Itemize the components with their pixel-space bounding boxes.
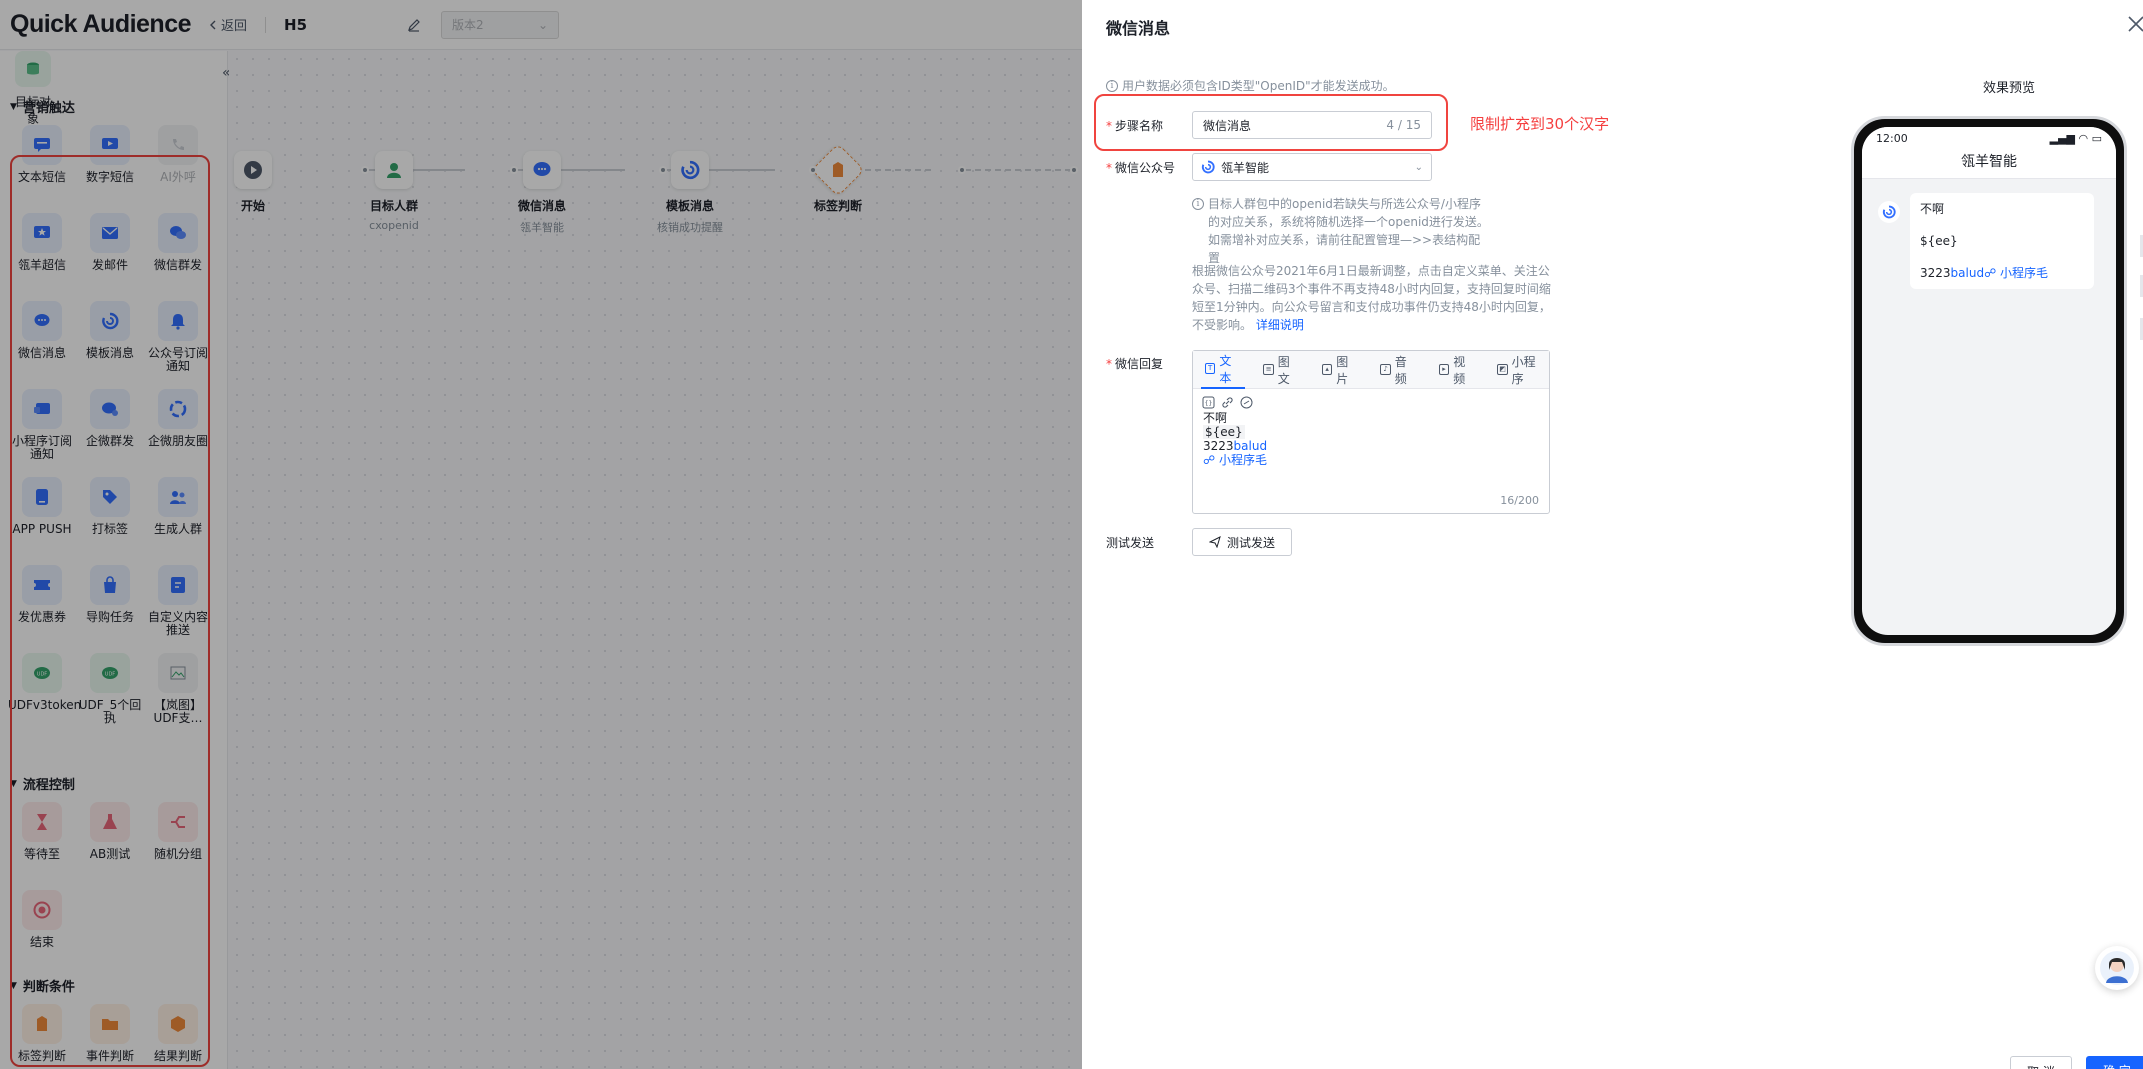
- tab-label: 视频: [1453, 354, 1466, 386]
- char-count: 4 / 15: [1386, 118, 1421, 132]
- tab-text[interactable]: T 文本: [1201, 351, 1246, 389]
- test-send-button[interactable]: 测试发送: [1192, 528, 1292, 556]
- tab-label: 小程序: [1511, 354, 1536, 386]
- modal-mask[interactable]: [0, 0, 1082, 1069]
- brand-logo-icon: [1201, 160, 1215, 174]
- audio-icon: ♪: [1380, 364, 1391, 375]
- send-icon: [1208, 536, 1221, 548]
- preview-mini-program-link: 小程序毛: [2000, 266, 2049, 280]
- notice-text: 用户数据必须包含ID类型"OpenID"才能发送成功。: [1122, 79, 1395, 93]
- label-text: 微信回复: [1115, 357, 1164, 371]
- mini-program-icon: ◩: [1497, 364, 1508, 375]
- mini-program-link-text: 小程序毛: [1218, 453, 1267, 467]
- drawer-title: 微信消息: [1106, 19, 1171, 38]
- label-text: 步骤名称: [1115, 119, 1164, 133]
- editor-toolbar: {}: [1202, 396, 1253, 409]
- svg-text:{}: {}: [1205, 400, 1213, 407]
- info-icon: i: [1192, 198, 1204, 210]
- preview-line: 3223balud☍ 小程序毛: [1920, 265, 2084, 281]
- editor-line: 不啊: [1203, 411, 1228, 425]
- tab-label: 图文: [1277, 354, 1290, 386]
- editor-char-count: 16/200: [1500, 494, 1539, 507]
- hint-text: 目标人群包中的openid若缺失与所选公众号/小程序的对应关系，系统将随机选择一…: [1208, 197, 1489, 265]
- signal-wifi-battery-icon: ▂▄▆ ◠ ▭: [2049, 132, 2102, 145]
- link-icon: ☍: [1203, 453, 1219, 467]
- wechat-message-drawer: 微信消息 i 用户数据必须包含ID类型"OpenID"才能发送成功。 * 步骤名称…: [1082, 0, 2143, 1069]
- preview-text: 3223: [1920, 266, 1951, 280]
- link-icon[interactable]: [1221, 396, 1234, 409]
- editor-content[interactable]: 不啊 ${ee} 3223balud ☍ 小程序毛: [1203, 411, 1267, 467]
- tab-video[interactable]: ▸ 视频: [1435, 351, 1479, 389]
- variable-chip[interactable]: ${ee}: [1203, 425, 1245, 439]
- hint-text: 根据微信公众号2021年6月1日最新调整，点击自定义菜单、关注公众号、扫描二维码…: [1192, 264, 1551, 332]
- tab-mini-program[interactable]: ◩ 小程序: [1493, 351, 1549, 389]
- inline-link[interactable]: balud: [1234, 439, 1268, 453]
- tab-audio[interactable]: ♪ 音频: [1376, 351, 1420, 389]
- reply-editor: T 文本 ≡ 图文 ▴ 图片 ♪ 音频 ▸ 视频 ◩ 小程序 {} 不啊 ${ee} 322…: [1192, 350, 1550, 514]
- tab-label: 文本: [1219, 353, 1232, 385]
- test-send-label: 测试发送: [1106, 534, 1154, 551]
- variable-icon[interactable]: {}: [1202, 396, 1215, 409]
- step-name-value: 微信消息: [1203, 118, 1252, 133]
- official-account-select[interactable]: 瓴羊智能 ⌄: [1192, 153, 1432, 181]
- close-icon[interactable]: [2124, 12, 2143, 36]
- brand-logo-icon: [1882, 205, 1896, 219]
- account-avatar: [1878, 201, 1900, 223]
- label-text: 测试发送: [1106, 536, 1155, 550]
- assistant-avatar-icon: [2100, 951, 2134, 985]
- video-icon: ▸: [1438, 364, 1450, 375]
- step-name-input[interactable]: 微信消息 4 / 15: [1192, 111, 1432, 139]
- image-icon: ▴: [1321, 364, 1333, 375]
- phone-status-bar: 12:00 ▂▄▆ ◠ ▭: [1862, 127, 2116, 149]
- tab-label: 图片: [1336, 354, 1349, 386]
- editor-line: 3223: [1203, 439, 1234, 453]
- reply-type-tabs: T 文本 ≡ 图文 ▴ 图片 ♪ 音频 ▸ 视频 ◩ 小程序: [1193, 351, 1549, 389]
- label-text: 微信公众号: [1115, 161, 1176, 175]
- mini-program-link[interactable]: ☍ 小程序毛: [1203, 453, 1267, 467]
- chevron-down-icon: ⌄: [1414, 161, 1423, 173]
- test-send-label-text: 测试发送: [1226, 535, 1275, 550]
- step-name-label: * 步骤名称: [1106, 119, 1164, 133]
- phone-screen: 12:00 ▂▄▆ ◠ ▭ 瓴羊智能 不啊 ${ee} 3223balud☍ 小…: [1862, 127, 2116, 635]
- tab-label: 音频: [1394, 354, 1407, 386]
- preview-title: 效果预览: [1982, 81, 2035, 96]
- info-icon: i: [1106, 79, 1118, 92]
- assistant-avatar-button[interactable]: [2095, 946, 2139, 990]
- openid-hint: i 目标人群包中的openid若缺失与所选公众号/小程序的对应关系，系统将随机选…: [1192, 195, 1492, 267]
- mini-program-link-icon[interactable]: [1240, 396, 1253, 409]
- phone-preview: 12:00 ▂▄▆ ◠ ▭ 瓴羊智能 不啊 ${ee} 3223balud☍ 小…: [1851, 116, 2127, 646]
- annotation-text: 限制扩充到30个汉字: [1470, 115, 1610, 133]
- status-time: 12:00: [1876, 132, 1908, 145]
- preview-line: 不啊: [1920, 202, 1945, 216]
- openid-notice: i 用户数据必须包含ID类型"OpenID"才能发送成功。: [1106, 77, 1395, 94]
- journey-editor: Quick Audience 返回 H5 版本2 ⌄ 目标对象 « ▼ 营销触达…: [0, 0, 1082, 1069]
- phone-chat-header: 瓴羊智能: [1862, 149, 2116, 179]
- confirm-button[interactable]: 确 定: [2086, 1056, 2143, 1069]
- tab-article[interactable]: ≡ 图文: [1259, 351, 1303, 389]
- official-account-label: * 微信公众号: [1106, 161, 1176, 175]
- detail-link[interactable]: 详细说明: [1256, 318, 1304, 332]
- tab-image[interactable]: ▴ 图片: [1318, 351, 1362, 389]
- message-bubble: 不啊 ${ee} 3223balud☍ 小程序毛: [1910, 193, 2094, 289]
- preview-link: balud: [1950, 266, 1985, 280]
- official-account-value: 瓴羊智能: [1221, 160, 1270, 175]
- preview-line: ${ee}: [1920, 234, 1958, 248]
- reply-label: * 微信回复: [1106, 357, 1164, 371]
- policy-hint: 根据微信公众号2021年6月1日最新调整，点击自定义菜单、关注公众号、扫描二维码…: [1192, 262, 1552, 334]
- article-icon: ≡: [1263, 364, 1274, 375]
- text-icon: T: [1205, 363, 1216, 374]
- cancel-button[interactable]: 取 消: [2010, 1056, 2072, 1069]
- link-icon: ☍: [1984, 266, 2001, 280]
